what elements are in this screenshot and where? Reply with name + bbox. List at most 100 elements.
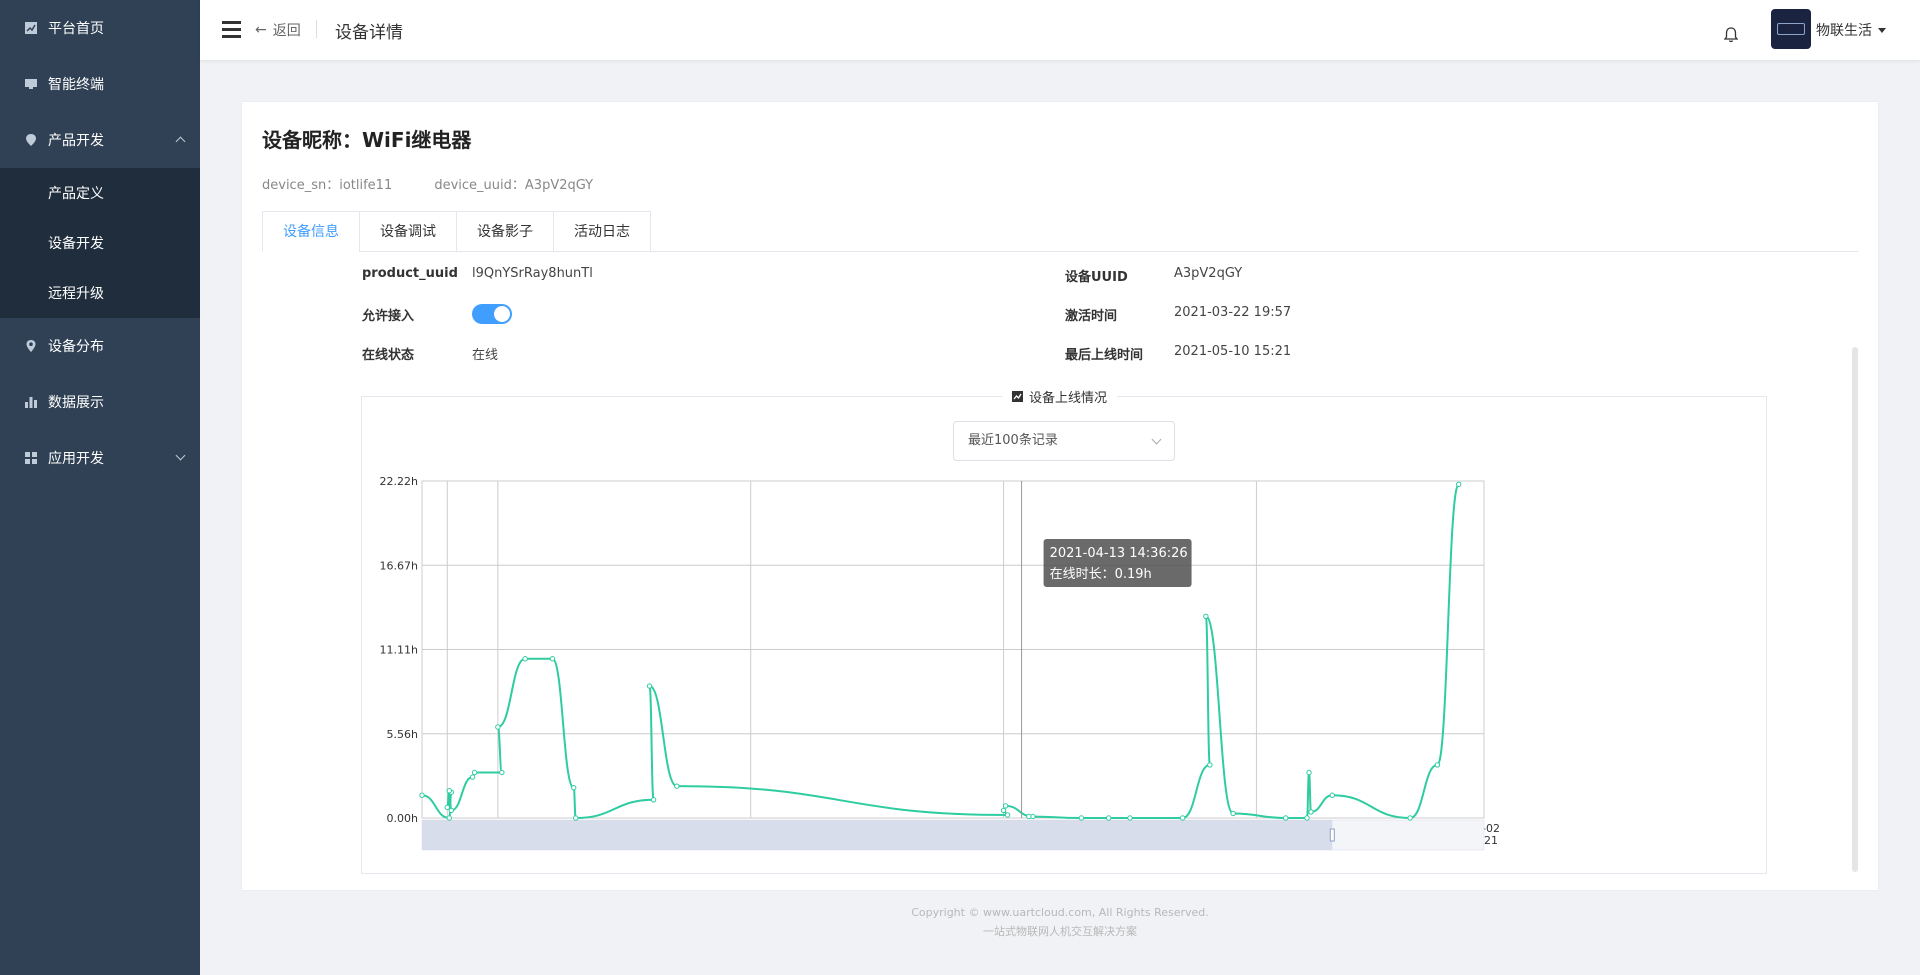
data-point xyxy=(1203,613,1209,619)
menu-item-label: 产品开发 xyxy=(48,133,104,149)
tab-device-shadow[interactable]: 设备影子 xyxy=(456,211,553,252)
device-detail-card: 设备昵称：WiFi继电器 device_sn：iotlife11 device_… xyxy=(241,101,1879,891)
tab-device-info[interactable]: 设备信息 xyxy=(262,211,359,252)
menu-item-data-display[interactable]: 数据展示 xyxy=(0,374,200,430)
tab-bar: 设备信息 设备调试 设备影子 活动日志 xyxy=(262,211,651,252)
device-sn: device_sn：iotlife11 xyxy=(262,178,393,193)
top-header: ← 返回 设备详情 物联生活 xyxy=(200,0,1920,60)
menu-item-distribution[interactable]: 设备分布 xyxy=(0,318,200,374)
back-button[interactable]: ← 返回 xyxy=(255,20,301,40)
data-point xyxy=(573,815,579,821)
product-uuid-label: product_uuid xyxy=(362,266,458,281)
page-title: 设备详情 xyxy=(335,23,403,43)
data-point xyxy=(1304,815,1310,821)
online-status-label: 在线状态 xyxy=(362,348,415,363)
tooltip-date: 2021-04-13 14:36:26 xyxy=(1050,546,1188,561)
online-chart-panel: 设备上线情况 最近100条记录 0.00h 5.56h 11.11h 16.67h 22… xyxy=(361,387,1767,874)
data-point xyxy=(419,792,425,798)
scrollbar[interactable] xyxy=(1852,347,1858,872)
footer-slogan: 一站式物联网人机交互解决方案 xyxy=(983,925,1137,938)
menu-item-home[interactable]: 平台首页 xyxy=(0,0,200,56)
footer-copyright: Copyright © www.uartcloud.com, All Right… xyxy=(911,906,1209,919)
submenu-item-product-define[interactable]: 产品定义 xyxy=(0,168,200,218)
data-point xyxy=(444,804,450,811)
data-point xyxy=(1207,762,1213,768)
avatar[interactable] xyxy=(1771,9,1811,49)
header-divider xyxy=(316,20,317,38)
y-tick-label: 11.11h xyxy=(380,644,418,657)
menu-item-label: 应用开发 xyxy=(48,451,104,467)
data-point xyxy=(495,724,501,730)
data-point xyxy=(1456,481,1462,488)
caret-down-icon xyxy=(1878,27,1886,33)
menu-item-app-dev[interactable]: 应用开发 xyxy=(0,430,200,486)
data-point xyxy=(1026,813,1032,820)
grid-icon xyxy=(25,452,37,464)
tooltip-value: 在线时长：0.19h xyxy=(1050,567,1152,582)
allow-access-label: 允许接入 xyxy=(362,309,415,324)
chevron-down-icon xyxy=(175,450,186,461)
tab-activity-log[interactable]: 活动日志 xyxy=(553,211,651,252)
last-online-value: 2021-05-10 15:21 xyxy=(1174,344,1292,359)
chart-icon xyxy=(25,22,37,34)
bell-icon[interactable] xyxy=(1722,26,1740,44)
menu-item-label: 数据展示 xyxy=(48,395,104,411)
footer: Copyright © www.uartcloud.com, All Right… xyxy=(200,903,1920,941)
location-icon xyxy=(26,134,36,146)
online-duration-chart[interactable]: 0.00h5.56h11.11h16.67h22.22h03-22202103-… xyxy=(362,397,1766,873)
menu-item-product-dev[interactable]: 产品开发 xyxy=(0,112,200,168)
y-tick-label: 16.67h xyxy=(380,559,418,572)
zoom-selection xyxy=(422,820,1333,850)
tab-device-debug[interactable]: 设备调试 xyxy=(359,211,456,252)
data-point xyxy=(674,783,680,789)
y-tick-label: 5.56h xyxy=(387,728,418,741)
data-point xyxy=(1078,815,1085,821)
device-title: 设备昵称：WiFi继电器 xyxy=(262,128,472,152)
y-tick-label: 22.22h xyxy=(380,475,418,488)
menu-toggle-icon[interactable] xyxy=(222,21,241,38)
data-point xyxy=(1106,815,1112,821)
product-uuid-value: l9QnYSrRay8hunTl xyxy=(472,266,593,281)
data-point xyxy=(1407,815,1413,821)
data-point xyxy=(469,774,476,780)
monitor-icon xyxy=(25,79,37,89)
data-point xyxy=(1000,807,1007,814)
data-point xyxy=(448,807,454,814)
submenu-item-ota[interactable]: 远程升级 xyxy=(0,268,200,318)
data-point xyxy=(1329,792,1335,798)
device-uuid-label: 设备UUID xyxy=(1065,270,1128,285)
device-uuid-value: A3pV2qGY xyxy=(1174,266,1243,281)
device-uuid-meta: device_uuid：A3pV2qGY xyxy=(434,178,594,193)
zoom-handle xyxy=(1329,828,1335,842)
allow-access-toggle[interactable] xyxy=(472,304,512,324)
device-meta: device_sn：iotlife11 device_uuid：A3pV2qGY xyxy=(262,174,631,193)
data-point xyxy=(549,656,556,662)
submenu-product-dev: 产品定义 设备开发 远程升级 xyxy=(0,168,200,318)
last-online-label: 最后上线时间 xyxy=(1065,348,1144,363)
data-point xyxy=(646,683,653,689)
data-point xyxy=(1179,815,1186,821)
data-point xyxy=(1127,815,1133,821)
online-status-value: 在线 xyxy=(472,348,499,363)
arrow-left-icon: ← xyxy=(255,22,267,38)
sidebar: 平台首页 智能终端 产品开发 产品定义 设备开发 远程升级 设备分布 数据展示 … xyxy=(0,0,200,975)
menu-item-terminal[interactable]: 智能终端 xyxy=(0,56,200,112)
data-point xyxy=(1306,769,1312,776)
data-point xyxy=(1283,815,1289,821)
series-line xyxy=(421,483,1460,820)
data-point xyxy=(1004,812,1011,818)
location-icon xyxy=(26,340,36,352)
y-tick-label: 0.00h xyxy=(387,812,418,825)
activate-time-value: 2021-03-22 19:57 xyxy=(1174,305,1292,320)
user-menu[interactable]: 物联生活 xyxy=(1816,20,1886,40)
bar-chart-icon xyxy=(25,397,37,408)
data-point xyxy=(499,769,505,776)
data-point xyxy=(471,769,478,776)
back-label: 返回 xyxy=(272,23,301,39)
user-name: 物联生活 xyxy=(1816,23,1872,39)
data-point xyxy=(446,815,452,821)
data-point xyxy=(650,797,657,803)
submenu-item-device-dev[interactable]: 设备开发 xyxy=(0,218,200,268)
chevron-up-icon xyxy=(175,136,186,147)
data-point xyxy=(1434,762,1441,768)
